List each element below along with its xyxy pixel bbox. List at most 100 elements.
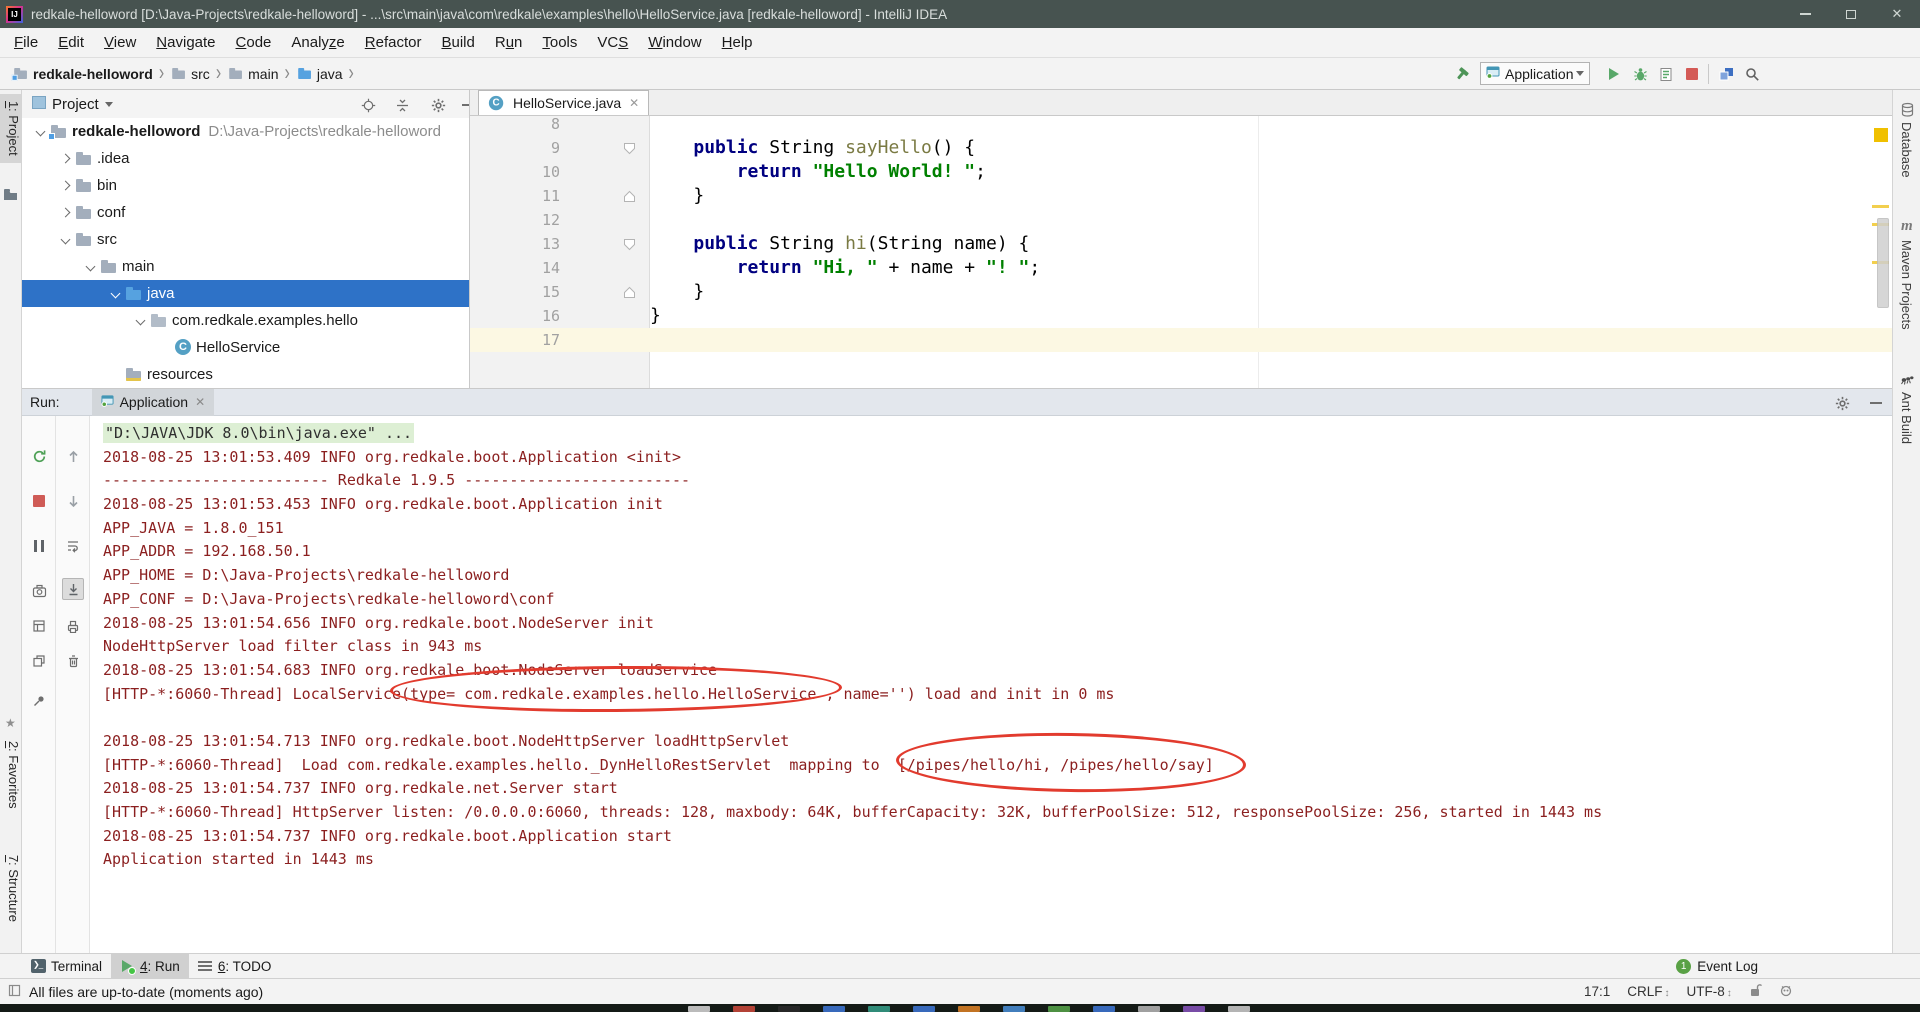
run-tab-application[interactable]: Application ✕ bbox=[91, 388, 215, 416]
gear-icon[interactable] bbox=[1834, 395, 1850, 411]
tool-window-tab-todo[interactable]: 6: TODO bbox=[189, 954, 281, 978]
hide-panel-icon[interactable] bbox=[460, 97, 469, 113]
lock-icon[interactable] bbox=[1749, 983, 1762, 1000]
menu-item-view[interactable]: View bbox=[94, 28, 146, 57]
tree-item-bin[interactable]: bin bbox=[22, 172, 469, 199]
breadcrumb-item-redkale-helloword[interactable]: redkale-helloword bbox=[11, 65, 153, 82]
run-console[interactable]: "D:\JAVA\JDK 8.0\bin\java.exe" ... 2018-0… bbox=[90, 416, 1892, 953]
menu-item-window[interactable]: Window bbox=[638, 28, 711, 57]
menu-item-run[interactable]: Run bbox=[485, 28, 533, 57]
scroll-to-end-icon[interactable] bbox=[62, 578, 84, 600]
tree-item-src[interactable]: src bbox=[22, 226, 469, 253]
down-stack-trace-icon[interactable] bbox=[62, 490, 84, 512]
menu-item-analyze[interactable]: Analyze bbox=[281, 28, 354, 57]
project-structure-icon[interactable] bbox=[1714, 62, 1738, 86]
tool-window-tab-run[interactable]: 4: Run bbox=[111, 954, 189, 978]
breadcrumb-item-java[interactable]: java bbox=[296, 65, 343, 82]
tool-strip-tab-maven-projects[interactable]: Maven Projects bbox=[1899, 240, 1914, 330]
menu-item-edit[interactable]: Edit bbox=[48, 28, 94, 57]
gear-icon[interactable] bbox=[430, 97, 446, 113]
print-icon[interactable] bbox=[62, 615, 84, 637]
stop-icon[interactable] bbox=[28, 490, 50, 512]
menu-item-code[interactable]: Code bbox=[226, 28, 282, 57]
soft-wrap-icon[interactable] bbox=[62, 535, 84, 557]
fold-marker-icon[interactable] bbox=[560, 136, 650, 160]
breadcrumb-item-main[interactable]: main bbox=[227, 65, 279, 82]
tree-item-conf[interactable]: conf bbox=[22, 199, 469, 226]
restore-layout-icon[interactable] bbox=[28, 615, 50, 637]
tree-chevron-icon[interactable] bbox=[30, 118, 50, 145]
line-separator-widget[interactable]: CRLF ↕ bbox=[1627, 984, 1669, 999]
tool-strip-tab-ant-build[interactable]: Ant Build bbox=[1899, 392, 1914, 444]
stop-icon[interactable] bbox=[1680, 62, 1704, 86]
pause-output-icon[interactable] bbox=[28, 535, 50, 557]
fold-marker-icon[interactable] bbox=[560, 232, 650, 256]
folder-icon bbox=[75, 177, 93, 194]
tree-chevron-icon[interactable] bbox=[130, 307, 150, 334]
build-hammer-icon[interactable] bbox=[1450, 62, 1474, 86]
tool-strip-tab-structure[interactable]: 7: Structure bbox=[0, 848, 21, 929]
tree-item-redkale-helloword[interactable]: redkale-helloword D:\Java-Projects\redkal… bbox=[22, 118, 469, 145]
inspection-status-marker[interactable] bbox=[1874, 128, 1888, 142]
tree-chevron-icon[interactable] bbox=[55, 226, 75, 253]
debug-icon[interactable] bbox=[1628, 62, 1652, 86]
close-button[interactable]: ✕ bbox=[1874, 0, 1920, 28]
tool-strip-tab-project[interactable]: 1: Project bbox=[0, 94, 21, 163]
project-view-dropdown-icon[interactable] bbox=[104, 101, 113, 107]
tree-item-.idea[interactable]: .idea bbox=[22, 145, 469, 172]
tree-chevron-icon[interactable] bbox=[80, 253, 100, 280]
hector-inspection-icon[interactable] bbox=[1779, 983, 1793, 1000]
status-panel-icon[interactable] bbox=[8, 984, 21, 1000]
fold-marker-icon[interactable] bbox=[560, 280, 650, 304]
close-tab-icon[interactable]: ✕ bbox=[629, 96, 639, 110]
up-stack-trace-icon[interactable] bbox=[62, 445, 84, 467]
breadcrumb-item-src[interactable]: src bbox=[170, 65, 210, 82]
editor-tab-helloservice[interactable]: HelloService.java ✕ bbox=[478, 90, 650, 115]
search-everywhere-icon[interactable] bbox=[1740, 62, 1764, 86]
tree-chevron-icon[interactable] bbox=[55, 172, 75, 199]
menu-item-build[interactable]: Build bbox=[431, 28, 484, 57]
hide-panel-icon[interactable] bbox=[1868, 395, 1884, 411]
menu-item-tools[interactable]: Tools bbox=[532, 28, 587, 57]
warning-stripe-mark[interactable] bbox=[1872, 205, 1889, 208]
tool-window-tab-terminal[interactable]: Terminal bbox=[22, 954, 111, 978]
tree-chevron-icon[interactable] bbox=[105, 280, 125, 307]
project-panel-title[interactable]: Project bbox=[52, 96, 99, 113]
close-tab-icon[interactable]: ✕ bbox=[195, 395, 205, 409]
rerun-icon[interactable] bbox=[28, 445, 50, 467]
editor-scrollbar-thumb[interactable] bbox=[1877, 218, 1889, 308]
menu-item-help[interactable]: Help bbox=[712, 28, 763, 57]
windows-taskbar-edge bbox=[0, 1004, 1920, 1012]
menu-item-navigate[interactable]: Navigate bbox=[146, 28, 225, 57]
tool-strip-tab-favorites[interactable]: 2: Favorites bbox=[0, 734, 21, 816]
thread-dump-camera-icon[interactable] bbox=[28, 580, 50, 602]
run-configuration-select[interactable]: Application bbox=[1480, 62, 1590, 85]
tool-strip-tab-database[interactable]: Database bbox=[1899, 122, 1914, 178]
tree-item-main[interactable]: main bbox=[22, 253, 469, 280]
minimize-button[interactable] bbox=[1782, 0, 1828, 28]
tree-chevron-icon[interactable] bbox=[55, 145, 75, 172]
fold-marker-icon[interactable] bbox=[560, 184, 650, 208]
menu-item-file[interactable]: File bbox=[4, 28, 48, 57]
coverage-icon[interactable] bbox=[1654, 62, 1678, 86]
source-folder-icon bbox=[125, 285, 143, 302]
caret-position-widget[interactable]: 17:1 bbox=[1584, 984, 1610, 999]
encoding-widget[interactable]: UTF-8 ↕ bbox=[1687, 984, 1732, 999]
tree-item-HelloService[interactable]: HelloService bbox=[22, 334, 469, 361]
collapse-all-icon[interactable] bbox=[394, 97, 410, 113]
menu-item-refactor[interactable]: Refactor bbox=[355, 28, 432, 57]
tree-item-java[interactable]: java bbox=[22, 280, 469, 307]
tree-item-com.redkale.examples.hello[interactable]: com.redkale.examples.hello bbox=[22, 307, 469, 334]
tree-chevron-icon[interactable] bbox=[55, 199, 75, 226]
clear-all-trash-icon[interactable] bbox=[62, 650, 84, 672]
pin-tab-icon[interactable] bbox=[28, 690, 50, 712]
locate-file-icon[interactable] bbox=[360, 97, 376, 113]
run-icon[interactable] bbox=[1602, 62, 1626, 86]
docked-tool-window-icon[interactable] bbox=[3, 188, 18, 204]
tree-item-resources[interactable]: resources bbox=[22, 361, 469, 388]
layered-view-icon[interactable] bbox=[28, 650, 50, 672]
maximize-button[interactable] bbox=[1828, 0, 1874, 28]
event-log-button[interactable]: 1 Event Log bbox=[1676, 954, 1758, 978]
code-editor[interactable]: 89 public String sayHello() {10 return "… bbox=[470, 116, 1892, 388]
menu-item-vcs[interactable]: VCS bbox=[587, 28, 638, 57]
